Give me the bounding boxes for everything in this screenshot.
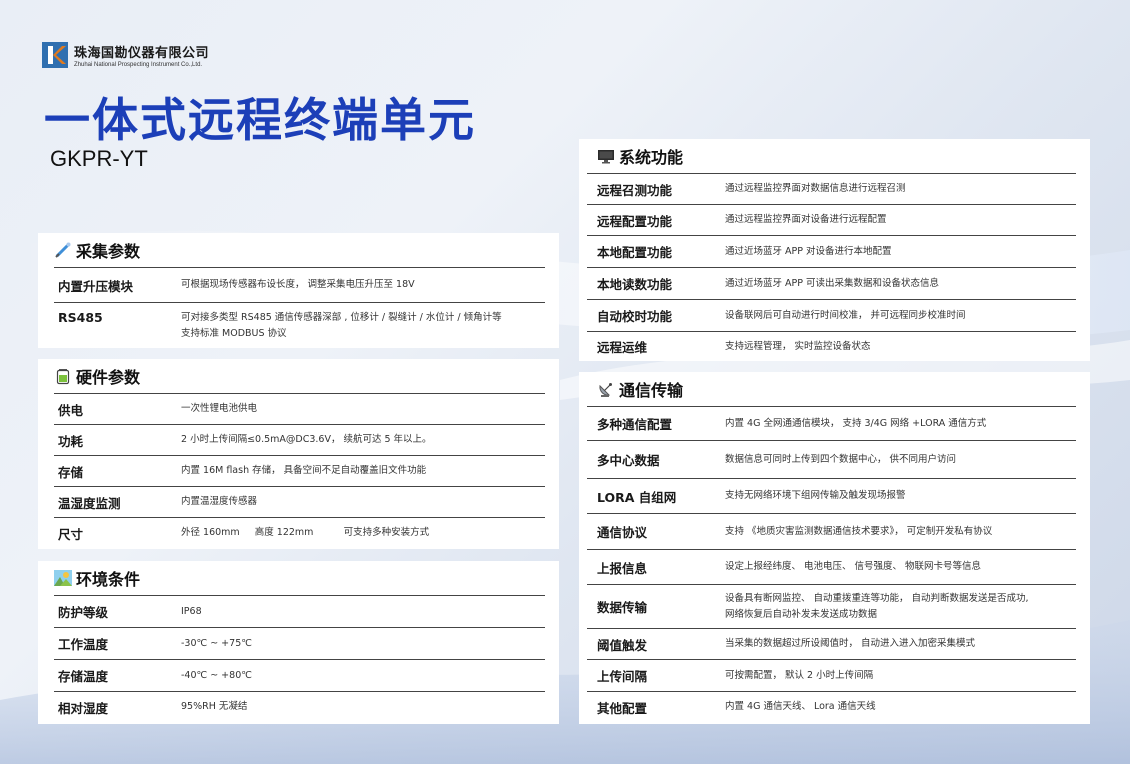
table-row: 尺寸 外径 160mm 高度 122mm 可支持多种安装方式 — [54, 517, 545, 548]
environment-panel: 环境条件 防护等级 IP68 工作温度 -30℃ ~ +75℃ 存储温度 -40… — [38, 561, 559, 724]
table-row: 远程配置功能 通过远程监控界面对设备进行远程配置 — [587, 204, 1076, 235]
satellite-dish-icon — [599, 383, 612, 397]
sensor-probe-icon — [55, 242, 71, 258]
page-title: 一体式远程终端单元 — [44, 93, 476, 147]
company-name-cn: 珠海国勘仪器有限公司 — [74, 46, 210, 61]
table-row: 供电 一次性锂电池供电 — [54, 393, 545, 424]
table-row: 远程运维 支持远程管理， 实时监控设备状态 — [587, 331, 1076, 361]
table-row: 内置升压模块 可根据现场传感器布设长度， 调整采集电压升压至 18V — [54, 267, 545, 302]
table-row: 工作温度 -30℃ ~ +75℃ — [54, 627, 545, 659]
communication-title: 通信传输 — [587, 372, 1076, 406]
acquisition-panel: 采集参数 内置升压模块 可根据现场传感器布设长度， 调整采集电压升压至 18V … — [38, 233, 559, 348]
monitor-icon — [598, 150, 614, 164]
communication-panel: 通信传输 多种通信配置 内置 4G 全网通通信模块， 支持 3/4G 网络 +L… — [579, 372, 1090, 724]
acquisition-title: 采集参数 — [54, 233, 545, 267]
system-panel: 系统功能 远程召测功能 通过远程监控界面对数据信息进行远程召测 远程配置功能 通… — [579, 139, 1090, 361]
table-row: 相对湿度 95%RH 无凝结 — [54, 691, 545, 722]
table-row: 防护等级 IP68 — [54, 595, 545, 627]
table-row: 数据传输 设备具有断网监控、 自动重拨重连等功能， 自动判断数据发送是否成功, … — [587, 584, 1076, 628]
table-row: 本地配置功能 通过近场蓝牙 APP 对设备进行本地配置 — [587, 235, 1076, 267]
table-row: 存储温度 -40℃ ~ +80℃ — [54, 659, 545, 691]
table-row: 温湿度监测 内置温湿度传感器 — [54, 486, 545, 517]
company-logo-icon — [42, 42, 68, 68]
table-row: 功耗 2 小时上传间隔≤0.5mA@DC3.6V， 续航可达 5 年以上。 — [54, 424, 545, 455]
table-row: 存储 内置 16M flash 存储， 具备空间不足自动覆盖旧文件功能 — [54, 455, 545, 486]
table-row: LORA 自组网 支持无网络环境下组网传输及触发现场报警 — [587, 478, 1076, 513]
table-row: 本地读数功能 通过近场蓝牙 APP 可读出采集数据和设备状态信息 — [587, 267, 1076, 299]
landscape-icon — [54, 570, 72, 586]
table-row: 通信协议 支持 《地质灾害监测数据通信技术要求》， 可定制开发私有协议 — [587, 513, 1076, 549]
environment-title: 环境条件 — [54, 561, 545, 595]
company-name-en: Zhuhai National Prospecting Instrument C… — [74, 62, 203, 68]
table-row: 上传间隔 可按需配置， 默认 2 小时上传间隔 — [587, 659, 1076, 691]
table-row: 阈值触发 当采集的数据超过所设阈值时， 自动进入进入加密采集模式 — [587, 628, 1076, 659]
table-row: 远程召测功能 通过远程监控界面对数据信息进行远程召测 — [587, 173, 1076, 204]
table-row: 多中心数据 数据信息可同时上传到四个数据中心， 供不同用户访问 — [587, 440, 1076, 478]
hardware-title: 硬件参数 — [54, 359, 545, 393]
hardware-panel: 硬件参数 供电 一次性锂电池供电 功耗 2 小时上传间隔≤0.5mA@DC3.6… — [38, 359, 559, 549]
table-row: 多种通信配置 内置 4G 全网通通信模块， 支持 3/4G 网络 +LORA 通… — [587, 406, 1076, 440]
table-row: RS485 可对接多类型 RS485 通信传感器深部 , 位移计 / 裂缝计 /… — [54, 302, 545, 348]
table-row: 上报信息 设定上报经纬度、 电池电压、 信号强度、 物联网卡号等信息 — [587, 549, 1076, 584]
table-row: 自动校时功能 设备联网后可自动进行时间校准， 并可远程同步校准时间 — [587, 299, 1076, 331]
battery-icon — [56, 369, 70, 385]
company-logo: 珠海国勘仪器有限公司 Zhuhai National Prospecting I… — [42, 42, 209, 68]
model-number: GKPR-YT — [50, 146, 148, 171]
table-row: 其他配置 内置 4G 通信天线、 Lora 通信天线 — [587, 691, 1076, 722]
system-title: 系统功能 — [587, 139, 1076, 173]
